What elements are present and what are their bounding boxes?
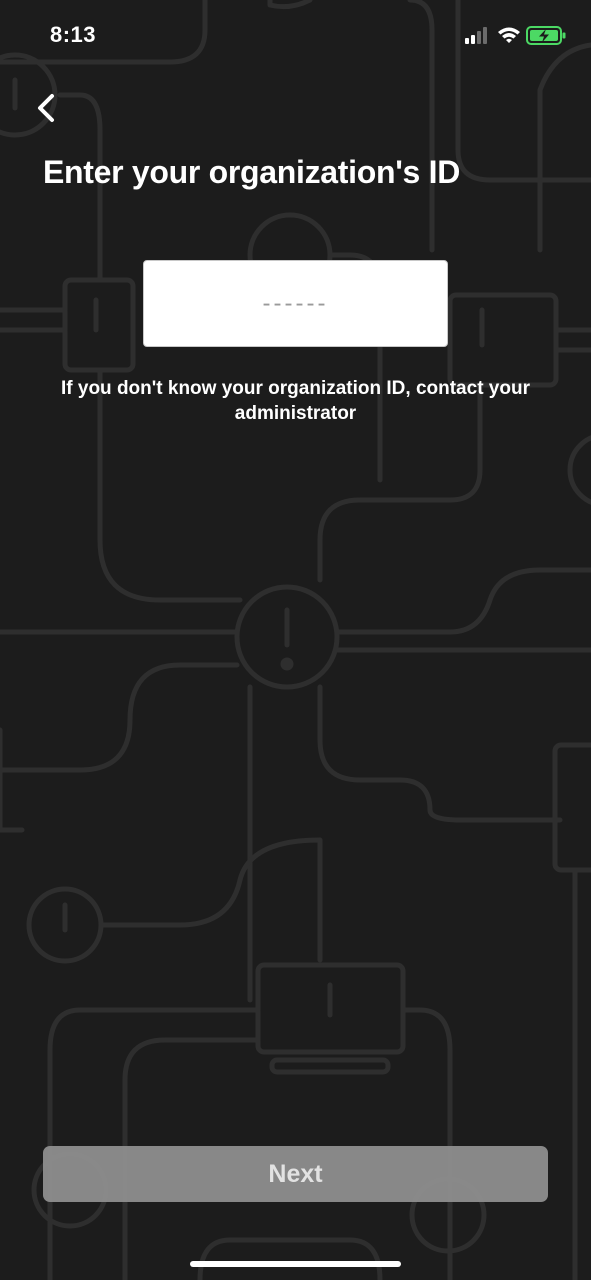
page-title: Enter your organization's ID: [43, 154, 461, 190]
home-indicator: [190, 1261, 401, 1267]
next-button[interactable]: Next: [43, 1146, 548, 1202]
status-icons: [465, 26, 566, 45]
battery-charging-icon: [526, 26, 566, 45]
status-time: 8:13: [50, 22, 97, 47]
back-button[interactable]: [30, 88, 66, 128]
organization-id-input[interactable]: [143, 260, 448, 347]
chevron-left-icon: [38, 94, 54, 122]
cellular-signal-icon: [465, 27, 487, 44]
wifi-icon: [498, 27, 520, 43]
help-text: If you don't know your organization ID, …: [61, 378, 530, 424]
background-pattern: [0, 0, 591, 1280]
screen: 8:13 Enter your organization's ID If you: [0, 0, 591, 1280]
